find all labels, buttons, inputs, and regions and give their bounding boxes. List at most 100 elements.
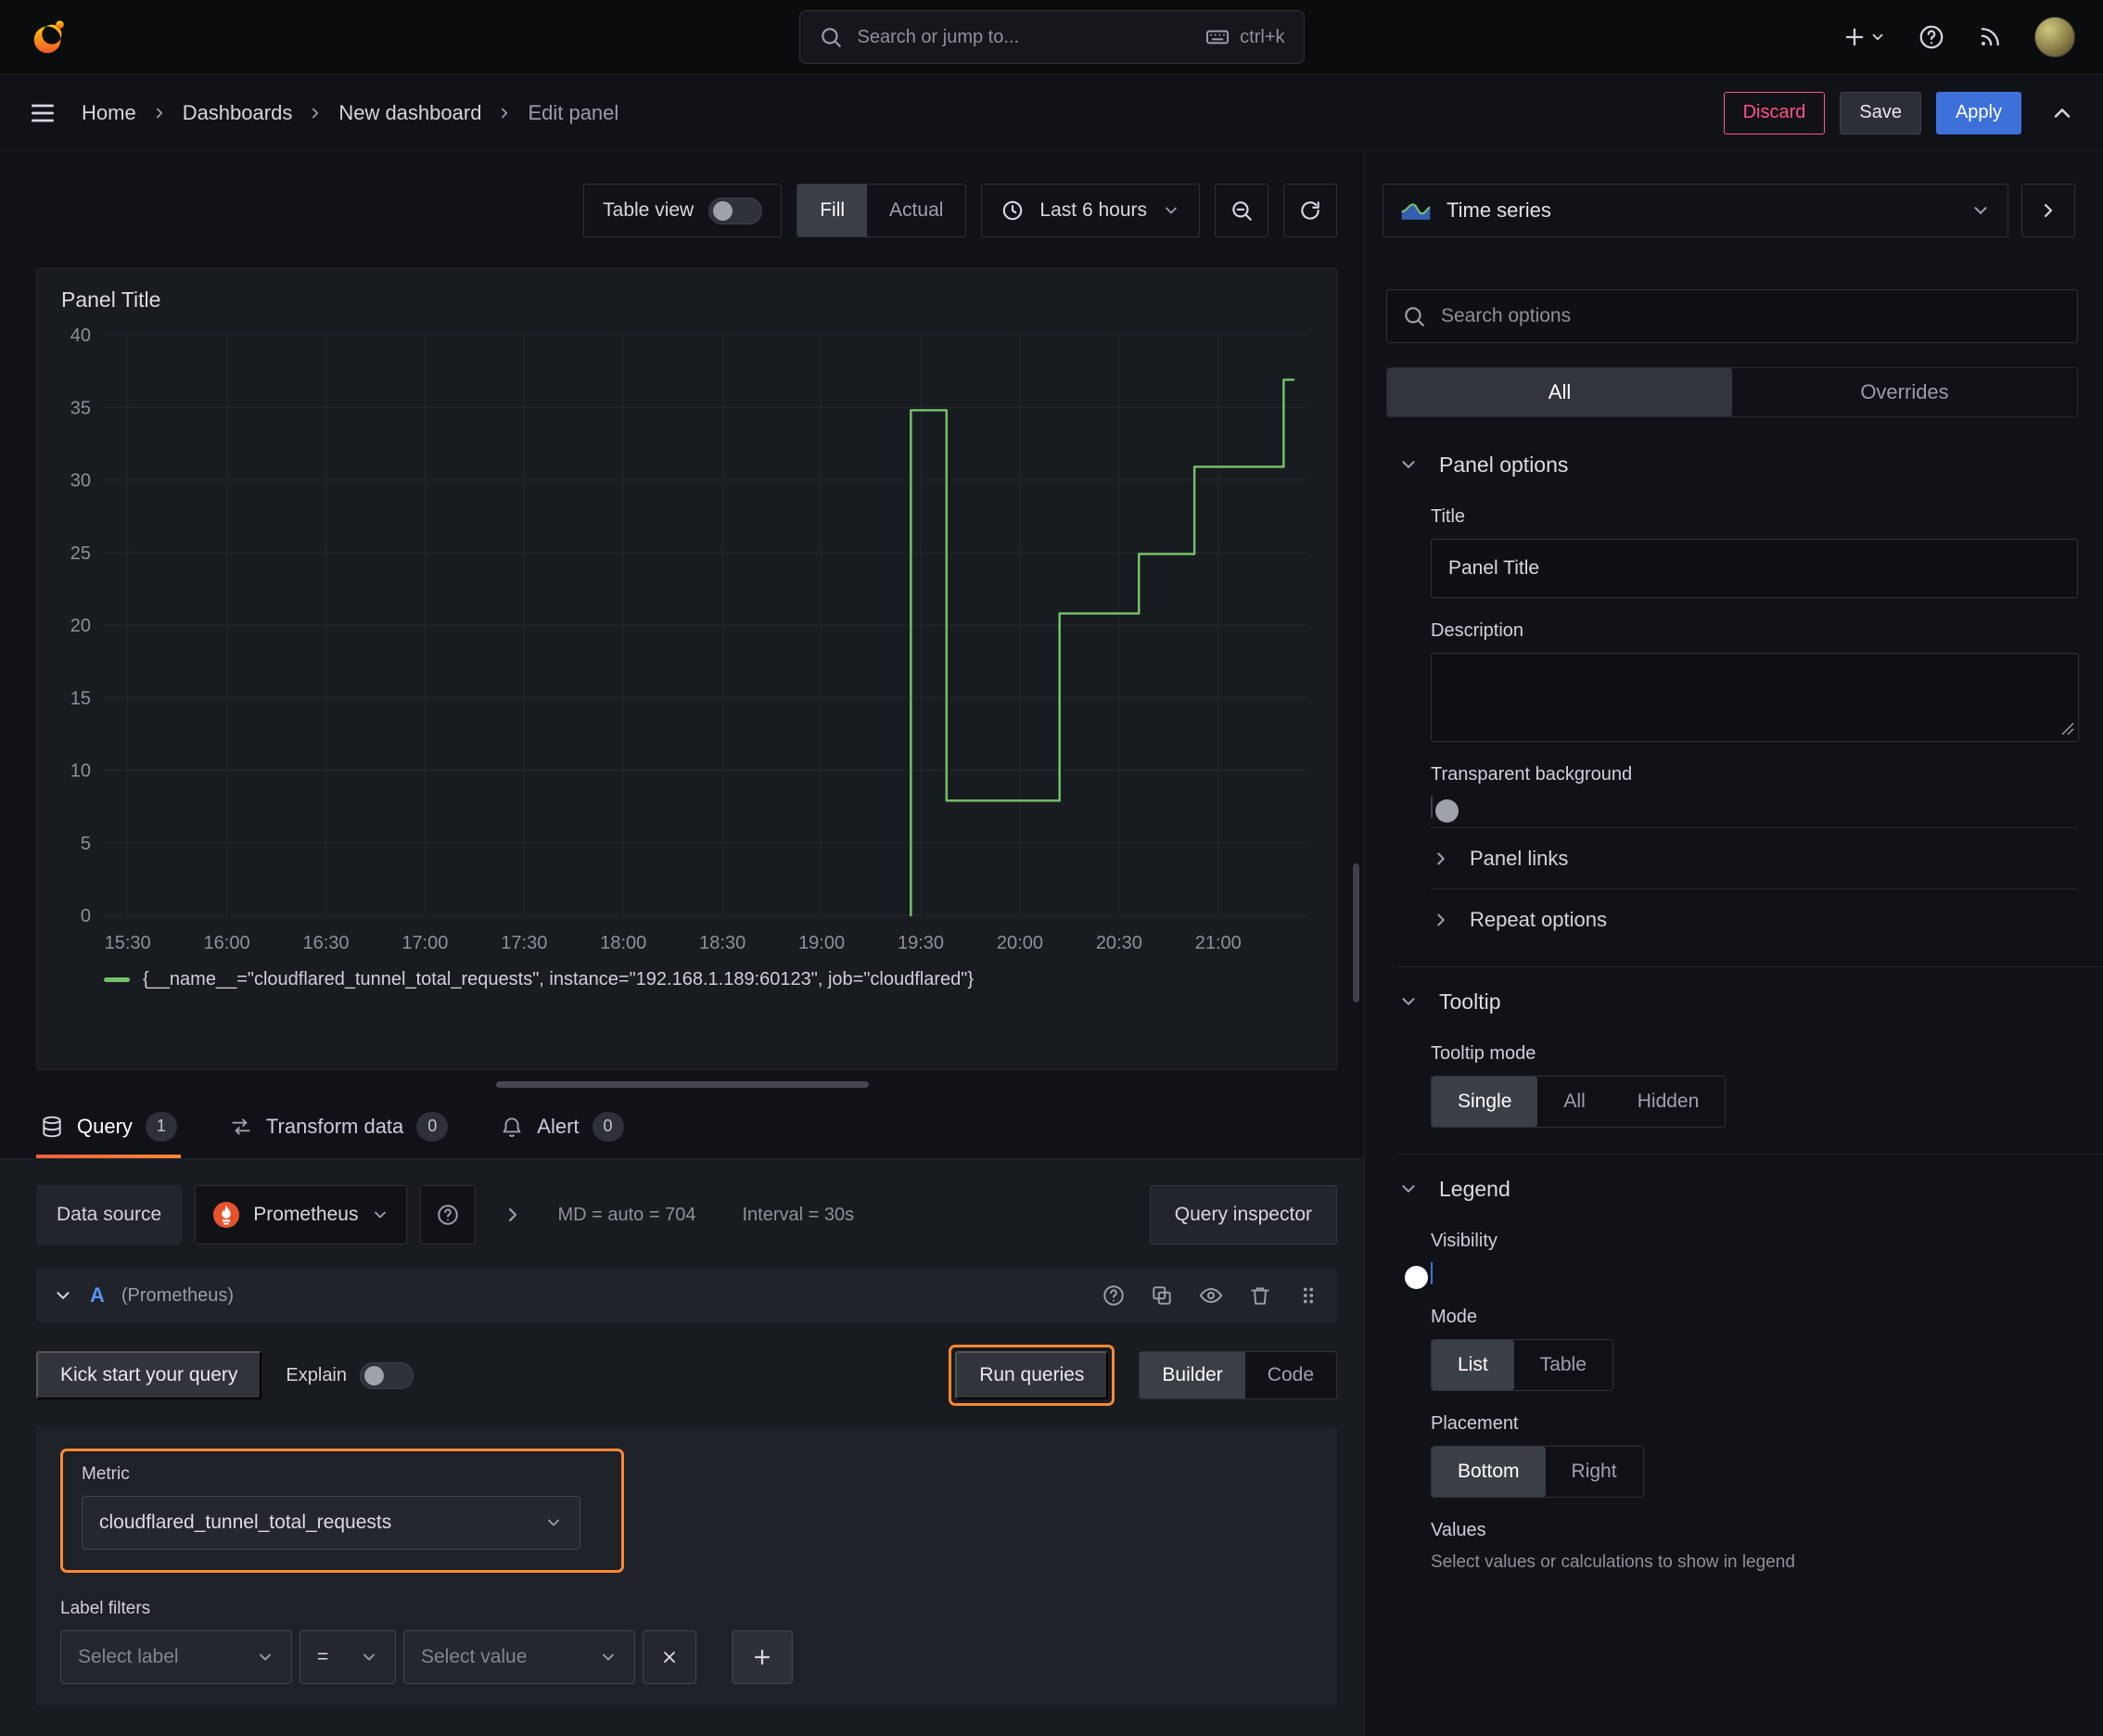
metric-label: Metric [82, 1464, 130, 1484]
resize-corner-icon[interactable] [2061, 722, 2074, 735]
svg-text:20:30: 20:30 [1096, 933, 1142, 953]
mode-label: Mode [1431, 1307, 1478, 1327]
tooltip-hidden-option[interactable]: Hidden [1612, 1077, 1726, 1127]
panel-links-row[interactable]: Panel links [1431, 827, 2078, 888]
zoom-out-icon[interactable] [1215, 184, 1268, 237]
transparent-bg-label: Transparent background [1431, 764, 1633, 785]
tab-all[interactable]: All [1387, 368, 1732, 416]
select-value-dropdown[interactable]: Select value [403, 1630, 635, 1684]
mode-list-option[interactable]: List [1432, 1340, 1514, 1390]
run-queries-button[interactable]: Run queries [955, 1351, 1109, 1399]
help-icon[interactable] [1918, 23, 1945, 51]
preview-panel: Panel Title 0 5 10 15 20 25 30 35 40 15:30 16:00 16… [36, 268, 1337, 1070]
global-search[interactable]: ctrl+k [798, 10, 1305, 64]
svg-text:10: 10 [70, 761, 91, 782]
add-filter-button[interactable] [732, 1630, 793, 1684]
panel-title-input[interactable] [1431, 539, 2078, 598]
apply-button[interactable]: Apply [1935, 91, 2021, 134]
transform-count-badge: 0 [416, 1111, 449, 1142]
user-avatar[interactable] [2034, 17, 2075, 57]
svg-text:17:00: 17:00 [401, 933, 448, 953]
news-rss-icon[interactable] [1977, 24, 2003, 50]
viz-expand-icon[interactable] [2021, 184, 2075, 237]
time-range-picker[interactable]: Last 6 hours [981, 184, 1200, 237]
menu-toggle-icon[interactable] [28, 98, 57, 128]
table-view-toggle[interactable] [708, 197, 763, 224]
save-button[interactable]: Save [1840, 91, 1921, 134]
add-button[interactable] [1842, 24, 1886, 50]
tooltip-header[interactable]: Tooltip [1365, 973, 2103, 1030]
breadcrumb-new-dashboard[interactable]: New dashboard [338, 101, 481, 125]
options-search-input[interactable] [1439, 304, 2062, 328]
shortcut-label: ctrl+k [1240, 26, 1285, 47]
query-options-chevron-icon[interactable] [502, 1204, 524, 1226]
duplicate-query-icon[interactable] [1150, 1283, 1174, 1308]
svg-text:20: 20 [70, 616, 91, 636]
tab-overrides[interactable]: Overrides [1732, 368, 2077, 416]
timeseries-chart[interactable]: 0 5 10 15 20 25 30 35 40 15:30 16:00 16:30 17:00 17:3… [43, 318, 1330, 967]
tab-query[interactable]: Query 1 [36, 1098, 181, 1158]
breadcrumb-home[interactable]: Home [82, 101, 136, 125]
edit-area: Table view Fill Actual Last 6 hours Pane… [0, 151, 1364, 1736]
tab-transform[interactable]: Transform data 0 [225, 1098, 452, 1158]
panel-resize-handle[interactable] [495, 1080, 869, 1088]
nav-toolbar: Home Dashboards New dashboard Edit panel… [0, 75, 2103, 151]
discard-button[interactable]: Discard [1723, 91, 1826, 134]
values-label: Values [1431, 1520, 1486, 1540]
svg-text:0: 0 [81, 906, 91, 926]
query-help-icon[interactable] [1102, 1283, 1126, 1308]
legend-visibility-toggle[interactable] [1405, 1262, 1433, 1289]
svg-text:25: 25 [70, 543, 91, 564]
viz-picker[interactable]: Time series [1383, 184, 2008, 237]
tab-alert[interactable]: Alert 0 [496, 1098, 627, 1158]
datasource-help-icon[interactable] [420, 1185, 477, 1245]
code-mode-option[interactable]: Code [1245, 1352, 1336, 1398]
search-icon [1402, 304, 1426, 328]
chevron-right-icon [1431, 849, 1451, 869]
trash-icon[interactable] [1248, 1283, 1272, 1308]
global-search-input[interactable] [855, 25, 1192, 49]
transparent-bg-toggle[interactable] [1431, 796, 1459, 823]
placement-bottom-option[interactable]: Bottom [1432, 1447, 1546, 1497]
grafana-edit-panel-page: ctrl+k Home Dashboards [0, 0, 2103, 1736]
options-search[interactable] [1386, 289, 2078, 343]
mode-table-option[interactable]: Table [1514, 1340, 1612, 1390]
close-icon [664, 1652, 675, 1663]
svg-text:15:30: 15:30 [105, 933, 151, 953]
description-textarea[interactable] [1431, 653, 2079, 742]
drag-handle-icon[interactable] [1296, 1283, 1320, 1308]
query-inspector-button[interactable]: Query inspector [1149, 1185, 1337, 1245]
explain-toggle[interactable] [360, 1361, 414, 1389]
plus-icon [754, 1649, 771, 1666]
metric-highlight: Metric cloudflared_tunnel_total_requests [60, 1449, 624, 1573]
query-ref-id[interactable]: A [90, 1283, 105, 1308]
breadcrumb-dashboards[interactable]: Dashboards [183, 101, 293, 125]
remove-filter-button[interactable] [643, 1630, 696, 1684]
panel-options-header[interactable]: Panel options [1365, 436, 2103, 493]
select-label-dropdown[interactable]: Select label [60, 1630, 292, 1684]
grafana-logo-icon[interactable] [28, 16, 70, 58]
legend-label[interactable]: {__name__="cloudflared_tunnel_total_requ… [143, 969, 974, 990]
metric-select[interactable]: cloudflared_tunnel_total_requests [82, 1496, 580, 1550]
refresh-icon[interactable] [1283, 184, 1337, 237]
collapse-chevron-icon[interactable] [53, 1285, 73, 1306]
actual-option[interactable]: Actual [867, 185, 965, 236]
chevron-right-icon [307, 105, 324, 121]
tooltip-single-option[interactable]: Single [1432, 1077, 1538, 1127]
svg-text:35: 35 [70, 398, 91, 418]
placement-right-option[interactable]: Right [1546, 1447, 1643, 1497]
left-pane-scrollbar[interactable] [1353, 863, 1359, 1002]
operator-dropdown[interactable]: = [300, 1630, 396, 1684]
tooltip-all-option[interactable]: All [1537, 1077, 1611, 1127]
kickstart-query-button[interactable]: Kick start your query [36, 1351, 262, 1399]
svg-text:21:00: 21:00 [1195, 933, 1242, 953]
builder-mode-option[interactable]: Builder [1140, 1352, 1245, 1398]
repeat-options-row[interactable]: Repeat options [1431, 888, 2078, 950]
eye-icon[interactable] [1198, 1283, 1224, 1308]
datasource-select[interactable]: Prometheus [195, 1185, 408, 1245]
tab-alert-label: Alert [537, 1114, 580, 1138]
chevron-up-icon[interactable] [2049, 100, 2075, 126]
panel-options-label: Panel options [1439, 452, 1569, 477]
fill-option[interactable]: Fill [797, 185, 868, 236]
legend-header[interactable]: Legend [1365, 1160, 2103, 1218]
